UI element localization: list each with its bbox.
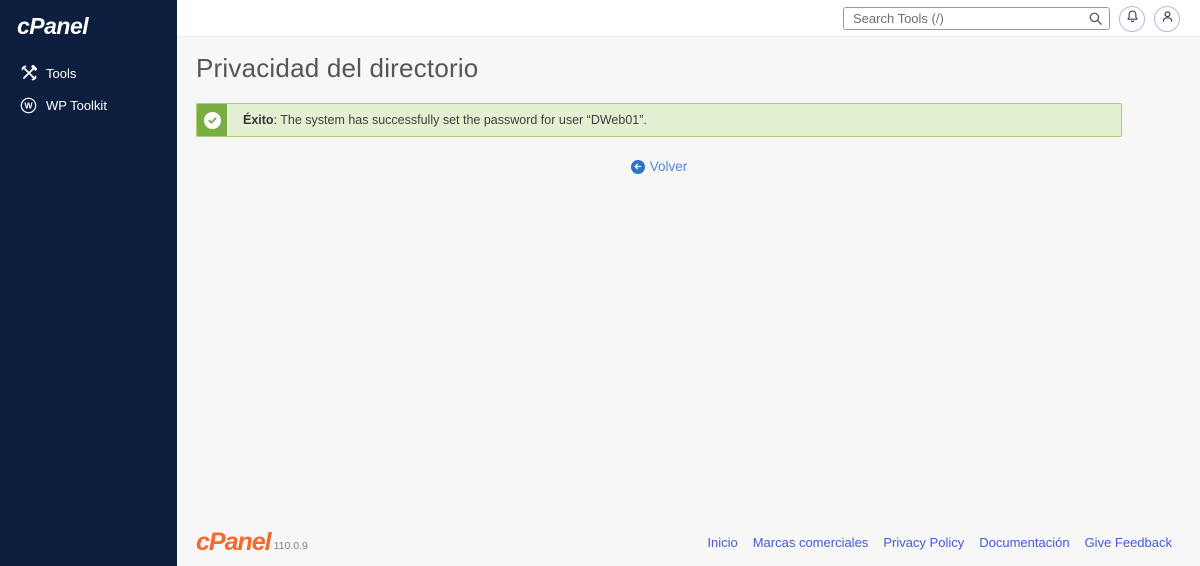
back-row: Volver — [196, 159, 1122, 174]
back-arrow-icon — [630, 159, 645, 174]
notifications-button[interactable] — [1119, 6, 1145, 32]
topbar — [177, 0, 1200, 37]
tools-icon — [20, 65, 37, 82]
success-alert: Éxito: The system has successfully set t… — [196, 103, 1122, 137]
account-button[interactable] — [1154, 6, 1180, 32]
main-content: Privacidad del directorio Éxito: The sys… — [177, 37, 1200, 566]
footer-link-inicio[interactable]: Inicio — [707, 535, 737, 550]
check-circle-icon — [203, 111, 221, 129]
sidebar: cPanel Tools W WP Toolkit — [0, 0, 177, 566]
alert-status-strip — [197, 104, 227, 136]
footer-brand: cPanel 110.0.9 — [196, 530, 308, 555]
version-label: 110.0.9 — [273, 540, 308, 552]
alert-message: Éxito: The system has successfully set t… — [227, 113, 647, 127]
footer-link-give-feedback[interactable]: Give Feedback — [1085, 535, 1172, 550]
cpanel-logo[interactable]: cPanel — [17, 13, 89, 40]
alert-message-text: : The system has successfully set the pa… — [273, 113, 647, 127]
bell-icon — [1125, 9, 1140, 29]
footer-link-privacy-policy[interactable]: Privacy Policy — [883, 535, 964, 550]
svg-text:W: W — [24, 100, 33, 110]
footer-links: Inicio Marcas comerciales Privacy Policy… — [707, 535, 1172, 550]
sidebar-item-label: Tools — [46, 65, 77, 81]
search-box — [843, 7, 1110, 30]
alert-label: Éxito — [243, 113, 274, 127]
back-link[interactable]: Volver — [630, 159, 688, 174]
sidebar-item-label: WP Toolkit — [46, 97, 107, 113]
footer-link-marcas-comerciales[interactable]: Marcas comerciales — [753, 535, 869, 550]
wordpress-icon: W — [20, 97, 37, 114]
sidebar-item-tools[interactable]: Tools — [0, 57, 177, 89]
footer-link-documentacion[interactable]: Documentación — [979, 535, 1069, 550]
search-input[interactable] — [843, 7, 1110, 30]
page-title: Privacidad del directorio — [196, 53, 479, 83]
cpanel-footer-logo[interactable]: cPanel — [196, 530, 272, 555]
footer: cPanel 110.0.9 Inicio Marcas comerciales… — [196, 530, 1172, 555]
sidebar-item-wp-toolkit[interactable]: W WP Toolkit — [0, 89, 177, 121]
user-icon — [1160, 9, 1175, 29]
back-link-label: Volver — [649, 159, 688, 174]
search-icon[interactable] — [1088, 11, 1103, 26]
